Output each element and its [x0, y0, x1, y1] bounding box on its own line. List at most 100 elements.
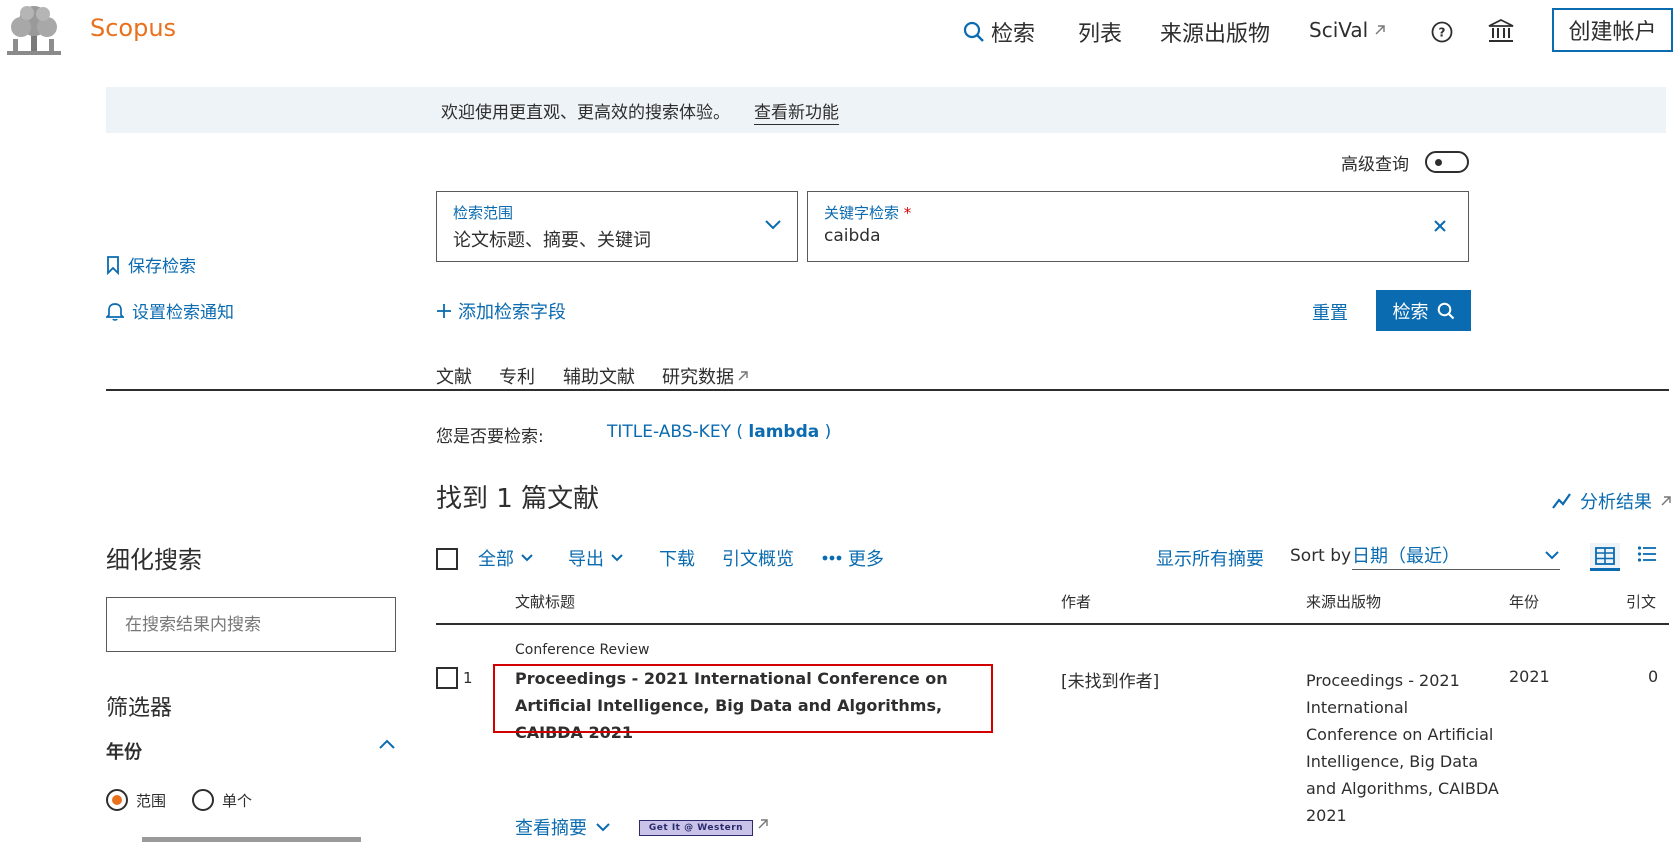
year-filter-label: 年份 — [106, 742, 142, 763]
chevron-down-icon — [610, 553, 624, 563]
institution-icon[interactable] — [1488, 19, 1514, 43]
year-single-radio[interactable] — [192, 789, 214, 811]
add-search-field-label: 添加检索字段 — [458, 302, 566, 323]
chevron-down-icon — [595, 822, 611, 832]
keyword-value[interactable]: caibda — [824, 226, 881, 246]
search-icon — [1437, 302, 1455, 320]
elsevier-logo[interactable] — [3, 3, 65, 59]
refine-search-heading: 细化搜索 — [106, 546, 202, 574]
reset-button[interactable]: 重置 — [1312, 299, 1348, 325]
help-icon[interactable]: ? — [1431, 21, 1453, 43]
column-header-title[interactable]: 文献标题 — [515, 591, 575, 612]
analyze-results-link[interactable]: 分析结果 — [1552, 488, 1672, 514]
tab-patents[interactable]: 专利 — [499, 363, 535, 389]
result-doc-type: Conference Review — [515, 642, 650, 658]
result-row-number: 1 — [463, 669, 473, 687]
year-single-option[interactable]: 单个 — [192, 789, 252, 811]
nav-lists[interactable]: 列表 — [1078, 16, 1122, 48]
close-icon[interactable] — [1433, 219, 1447, 233]
year-single-label: 单个 — [222, 791, 253, 810]
did-you-mean-prefix: TITLE-ABS-KEY ( — [607, 422, 749, 442]
analyze-results-label: 分析结果 — [1580, 492, 1652, 513]
required-mark: * — [903, 204, 912, 222]
advanced-query-toggle[interactable] — [1425, 151, 1469, 173]
tab-research-data[interactable]: 研究数据 — [662, 363, 749, 389]
search-submit-label: 检索 — [1392, 301, 1429, 323]
show-all-abstracts-button[interactable]: 显示所有摘要 — [1156, 545, 1264, 571]
year-range-label: 范围 — [136, 791, 167, 810]
did-you-mean-term: lambda — [748, 422, 820, 442]
filters-heading: 筛选器 — [106, 696, 173, 721]
select-all-dropdown[interactable]: 全部 — [478, 545, 534, 571]
results-count: 找到 1 篇文献 — [436, 484, 600, 514]
nav-sources-label: 来源出版物 — [1160, 22, 1271, 47]
plus-icon — [436, 303, 452, 319]
scope-label: 检索范围 — [453, 204, 514, 222]
select-all-label: 全部 — [478, 549, 514, 570]
chevron-up-icon[interactable] — [378, 738, 396, 750]
nav-sources[interactable]: 来源出版物 — [1160, 16, 1270, 48]
did-you-mean-suffix: ) — [819, 422, 832, 442]
more-label: 更多 — [848, 549, 884, 570]
year-range-option[interactable]: 范围 — [106, 789, 166, 811]
keyword-search-field[interactable]: 关键字检索 * caibda — [807, 191, 1469, 262]
select-all-checkbox[interactable] — [436, 548, 458, 570]
year-range-slider[interactable] — [142, 837, 361, 842]
get-it-at-western-button[interactable]: Get It @ Western — [639, 820, 753, 836]
bookmark-icon — [106, 255, 120, 275]
download-button[interactable]: 下载 — [659, 545, 695, 571]
column-header-year[interactable]: 年份 — [1509, 591, 1539, 612]
bell-icon — [106, 301, 124, 321]
did-you-mean-link[interactable]: TITLE-ABS-KEY ( lambda ) — [607, 422, 831, 442]
tab-documents[interactable]: 文献 — [436, 363, 472, 389]
tab-secondary-documents[interactable]: 辅助文献 — [563, 363, 635, 389]
nav-search-label: 检索 — [991, 22, 1036, 47]
result-cites[interactable]: 0 — [1648, 667, 1658, 686]
search-scope-select[interactable]: 检索范围 论文标题、摘要、关键词 — [436, 191, 798, 262]
more-button[interactable]: 更多 — [822, 545, 884, 571]
set-alert-link[interactable]: 设置检索通知 — [106, 298, 234, 323]
sort-value: 日期（最近） — [1352, 545, 1460, 567]
chevron-down-icon — [1544, 550, 1560, 560]
external-link-icon — [737, 370, 749, 382]
analyze-icon — [1552, 492, 1572, 510]
table-header-divider — [436, 623, 1669, 625]
did-you-mean-label: 您是否要检索: — [436, 427, 544, 447]
tab-research-data-label: 研究数据 — [662, 367, 734, 388]
year-range-radio[interactable] — [106, 789, 128, 811]
keyword-label-text: 关键字检索 — [824, 204, 900, 222]
list-view-icon[interactable] — [1637, 545, 1657, 563]
search-submit-button[interactable]: 检索 — [1376, 290, 1471, 331]
nav-scival[interactable]: SciVal — [1309, 18, 1386, 42]
grid-view-icon[interactable] — [1590, 543, 1620, 571]
sort-select[interactable]: 日期（最近） — [1352, 540, 1560, 570]
view-abstract-toggle[interactable]: 查看摘要 — [515, 814, 611, 840]
set-alert-label: 设置检索通知 — [132, 303, 234, 323]
nav-search[interactable]: 检索 — [963, 16, 1035, 48]
nav-scival-label: SciVal — [1309, 18, 1369, 42]
search-within-results-input[interactable] — [106, 597, 396, 652]
column-header-cites[interactable]: 引文 — [1626, 591, 1656, 612]
search-icon — [963, 21, 985, 43]
result-row-checkbox[interactable] — [436, 667, 458, 689]
export-dropdown[interactable]: 导出 — [568, 545, 624, 571]
save-search-link[interactable]: 保存检索 — [106, 252, 196, 277]
sort-by-label: Sort by — [1290, 546, 1352, 566]
result-source-link[interactable]: Proceedings - 2021 International Confere… — [1306, 667, 1501, 829]
banner-whats-new-link[interactable]: 查看新功能 — [754, 98, 839, 125]
citation-overview-button[interactable]: 引文概览 — [722, 545, 794, 571]
scopus-brand[interactable]: Scopus — [90, 14, 176, 42]
keyword-label: 关键字检索 * — [824, 202, 911, 223]
chevron-down-icon — [764, 219, 782, 231]
external-link-icon — [757, 818, 769, 830]
create-account-button[interactable]: 创建帐户 — [1552, 8, 1673, 52]
column-header-source[interactable]: 来源出版物 — [1306, 591, 1381, 612]
add-search-field-link[interactable]: 添加检索字段 — [436, 298, 566, 324]
save-search-label: 保存检索 — [128, 257, 196, 277]
result-year: 2021 — [1509, 667, 1550, 686]
advanced-query-label: 高级查询 — [1341, 155, 1409, 175]
title-highlight-annotation — [493, 664, 993, 733]
view-abstract-label: 查看摘要 — [515, 818, 587, 839]
ellipsis-icon — [822, 555, 842, 561]
column-header-authors[interactable]: 作者 — [1061, 591, 1091, 612]
